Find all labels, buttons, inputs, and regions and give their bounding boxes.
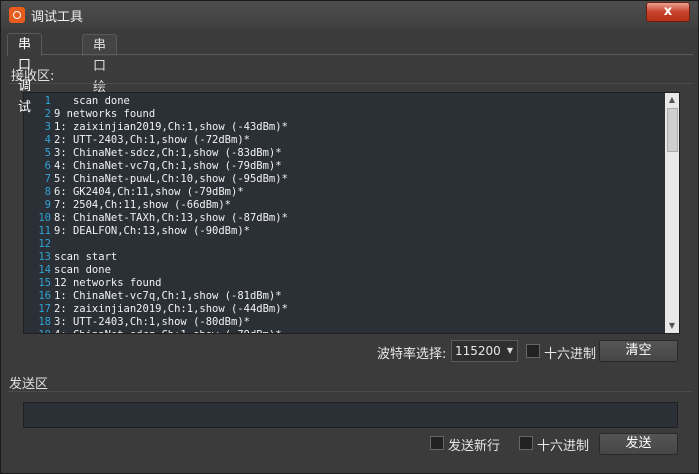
line-text: scan done	[54, 264, 111, 276]
line-text: 2: zaixinjian2019,Ch:1,show (-44dBm)*	[54, 303, 288, 315]
hex-send-label: 十六进制	[537, 439, 590, 454]
line-text: scan done	[54, 95, 130, 107]
receive-line: 12	[24, 238, 664, 251]
line-text	[51, 238, 54, 250]
line-text: 1: ChinaNet-vc7q,Ch:1,show (-81dBm)*	[54, 290, 282, 302]
receive-text-area[interactable]: 1 scan done 2 9 networks found 3 1: zaixinji…	[23, 92, 680, 334]
receive-line: 13 scan start	[24, 251, 664, 264]
receive-line: 1 scan done	[24, 95, 664, 108]
chevron-down-icon: ▼	[506, 346, 513, 355]
line-number: 19	[24, 329, 51, 333]
line-number: 10	[38, 212, 51, 224]
receive-line: 9 7: 2504,Ch:11,show (-66dBm)*	[24, 199, 664, 212]
line-text: 6: GK2404,Ch:11,show (-79dBm)*	[54, 186, 244, 198]
receive-lines: 1 scan done 2 9 networks found 3 1: zaixinji…	[24, 95, 664, 333]
receive-line: 14 scan done	[24, 264, 664, 277]
line-number: 15	[38, 277, 51, 289]
receive-line: 6 4: ChinaNet-vc7q,Ch:1,show (-79dBm)*	[24, 160, 664, 173]
receive-line: 194: ChinaNet-sdcz,Ch:1,show (-79dBm)*	[24, 329, 664, 333]
line-number: 7	[44, 173, 51, 185]
line-number: 14	[38, 264, 51, 276]
hex-receive-label: 十六进制	[544, 347, 597, 362]
send-area-label: 发送区	[9, 377, 49, 392]
tab-pane-border	[7, 54, 693, 55]
receive-line: 10 8: ChinaNet-TAXh,Ch:13,show (-87dBm)*	[24, 212, 664, 225]
title-bar[interactable]: 调试工具 x	[1, 1, 698, 29]
receive-scrollbar[interactable]: ▲ ▼	[665, 93, 679, 333]
line-number: 9	[44, 199, 51, 211]
line-text: 2: UTT-2403,Ch:1,show (-72dBm)*	[54, 134, 250, 146]
scroll-up-icon[interactable]: ▲	[665, 93, 679, 107]
receive-line: 18 3: UTT-2403,Ch:1,show (-80dBm)*	[24, 316, 664, 329]
line-number: 3	[44, 121, 51, 133]
receive-line: 4 2: UTT-2403,Ch:1,show (-72dBm)*	[24, 134, 664, 147]
line-number: 12	[38, 238, 51, 250]
send-divider	[7, 391, 693, 392]
receive-line: 3 1: zaixinjian2019,Ch:1,show (-43dBm)*	[24, 121, 664, 134]
scroll-thumb[interactable]	[667, 108, 678, 152]
tab-serial-debug[interactable]: 串口调试	[7, 33, 43, 115]
app-icon	[9, 7, 25, 23]
line-text: 12 networks found	[54, 277, 162, 289]
line-number: 11	[38, 225, 51, 237]
send-input[interactable]	[23, 402, 678, 428]
baud-rate-select[interactable]: 115200 ▼	[451, 340, 518, 362]
line-text: scan start	[54, 251, 118, 263]
receive-divider	[7, 83, 693, 84]
baud-rate-value: 115200	[455, 344, 501, 358]
line-text: 5: ChinaNet-puwL,Ch:10,show (-95dBm)*	[54, 173, 288, 185]
tab-serial-plot[interactable]: 串口绘图	[82, 34, 118, 116]
line-number: 18	[38, 316, 51, 328]
line-text: 3: UTT-2403,Ch:1,show (-80dBm)*	[54, 316, 250, 328]
hex-receive-checkbox[interactable]	[526, 344, 540, 358]
send-newline-label: 发送新行	[448, 439, 501, 454]
line-text: 4: ChinaNet-sdcz,Ch:1,show (-79dBm)*	[51, 329, 282, 333]
clear-button[interactable]: 清空	[599, 340, 678, 362]
line-number: 5	[44, 147, 51, 159]
close-button[interactable]: x	[646, 2, 690, 22]
baud-rate-label: 波特率选择:	[377, 347, 447, 362]
send-newline-checkbox[interactable]	[430, 436, 444, 450]
line-text: 9: DEALFON,Ch:13,show (-90dBm)*	[54, 225, 250, 237]
receive-line: 15 12 networks found	[24, 277, 664, 290]
window-title: 调试工具	[31, 10, 84, 25]
line-number: 13	[38, 251, 51, 263]
receive-line: 16 1: ChinaNet-vc7q,Ch:1,show (-81dBm)*	[24, 290, 664, 303]
line-text: 1: zaixinjian2019,Ch:1,show (-43dBm)*	[54, 121, 288, 133]
receive-line: 29 networks found	[24, 108, 664, 121]
receive-line: 7 5: ChinaNet-puwL,Ch:10,show (-95dBm)*	[24, 173, 664, 186]
line-number: 17	[38, 303, 51, 315]
line-text: 4: ChinaNet-vc7q,Ch:1,show (-79dBm)*	[54, 160, 282, 172]
receive-line: 5 3: ChinaNet-sdcz,Ch:1,show (-83dBm)*	[24, 147, 664, 160]
receive-line: 8 6: GK2404,Ch:11,show (-79dBm)*	[24, 186, 664, 199]
line-number: 8	[44, 186, 51, 198]
line-text: 9 networks found	[54, 108, 156, 120]
main-window: 调试工具 x 串口调试 串口绘图 接收区: 1 scan done29 netw…	[0, 0, 699, 474]
hex-send-checkbox[interactable]	[519, 436, 533, 450]
scroll-down-icon[interactable]: ▼	[665, 319, 679, 333]
line-text: 3: ChinaNet-sdcz,Ch:1,show (-83dBm)*	[54, 147, 282, 159]
line-number: 16	[38, 290, 51, 302]
line-text: 8: ChinaNet-TAXh,Ch:13,show (-87dBm)*	[54, 212, 288, 224]
receive-line: 11 9: DEALFON,Ch:13,show (-90dBm)*	[24, 225, 664, 238]
receive-line: 17 2: zaixinjian2019,Ch:1,show (-44dBm)*	[24, 303, 664, 316]
line-number: 6	[44, 160, 51, 172]
send-button[interactable]: 发送	[599, 433, 678, 455]
line-text: 7: 2504,Ch:11,show (-66dBm)*	[54, 199, 232, 211]
line-number: 4	[44, 134, 51, 146]
